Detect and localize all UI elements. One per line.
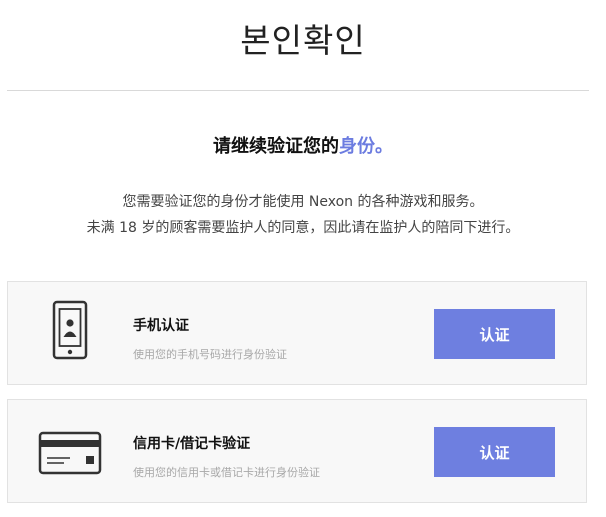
header-divider — [7, 90, 589, 91]
card-verification-title: 信用卡/借记卡验证 — [133, 436, 251, 452]
mobile-verify-button[interactable]: 认证 — [434, 309, 555, 359]
card-verification-subtitle: 使用您的信用卡或借记卡进行身份验证 — [133, 466, 320, 479]
mobile-verification-card: 手机认证 使用您的手机号码进行身份验证 认证 — [7, 281, 587, 385]
description-line-1: 您需要验证您的身份才能使用 Nexon 的各种游戏和服务。 — [122, 194, 484, 210]
headline-accent: 身份。 — [339, 136, 393, 157]
card-verify-button[interactable]: 认证 — [434, 427, 555, 477]
mobile-verification-title: 手机认证 — [133, 318, 189, 334]
page-title: 본인확인 — [240, 21, 366, 60]
verification-headline: 请继续验证您的身份。 — [0, 132, 606, 158]
mobile-verification-subtitle: 使用您的手机号码进行身份验证 — [133, 348, 287, 361]
mobile-phone-icon — [42, 300, 98, 372]
headline-text: 请继续验证您的 — [213, 136, 339, 157]
credit-card-icon — [38, 418, 104, 481]
description-line-2: 未满 18 岁的顾客需要监护人的同意，因此请在监护人的陪同下进行。 — [86, 220, 520, 236]
card-verification-card: 信用卡/借记卡验证 使用您的信用卡或借记卡进行身份验证 认证 — [7, 399, 587, 503]
